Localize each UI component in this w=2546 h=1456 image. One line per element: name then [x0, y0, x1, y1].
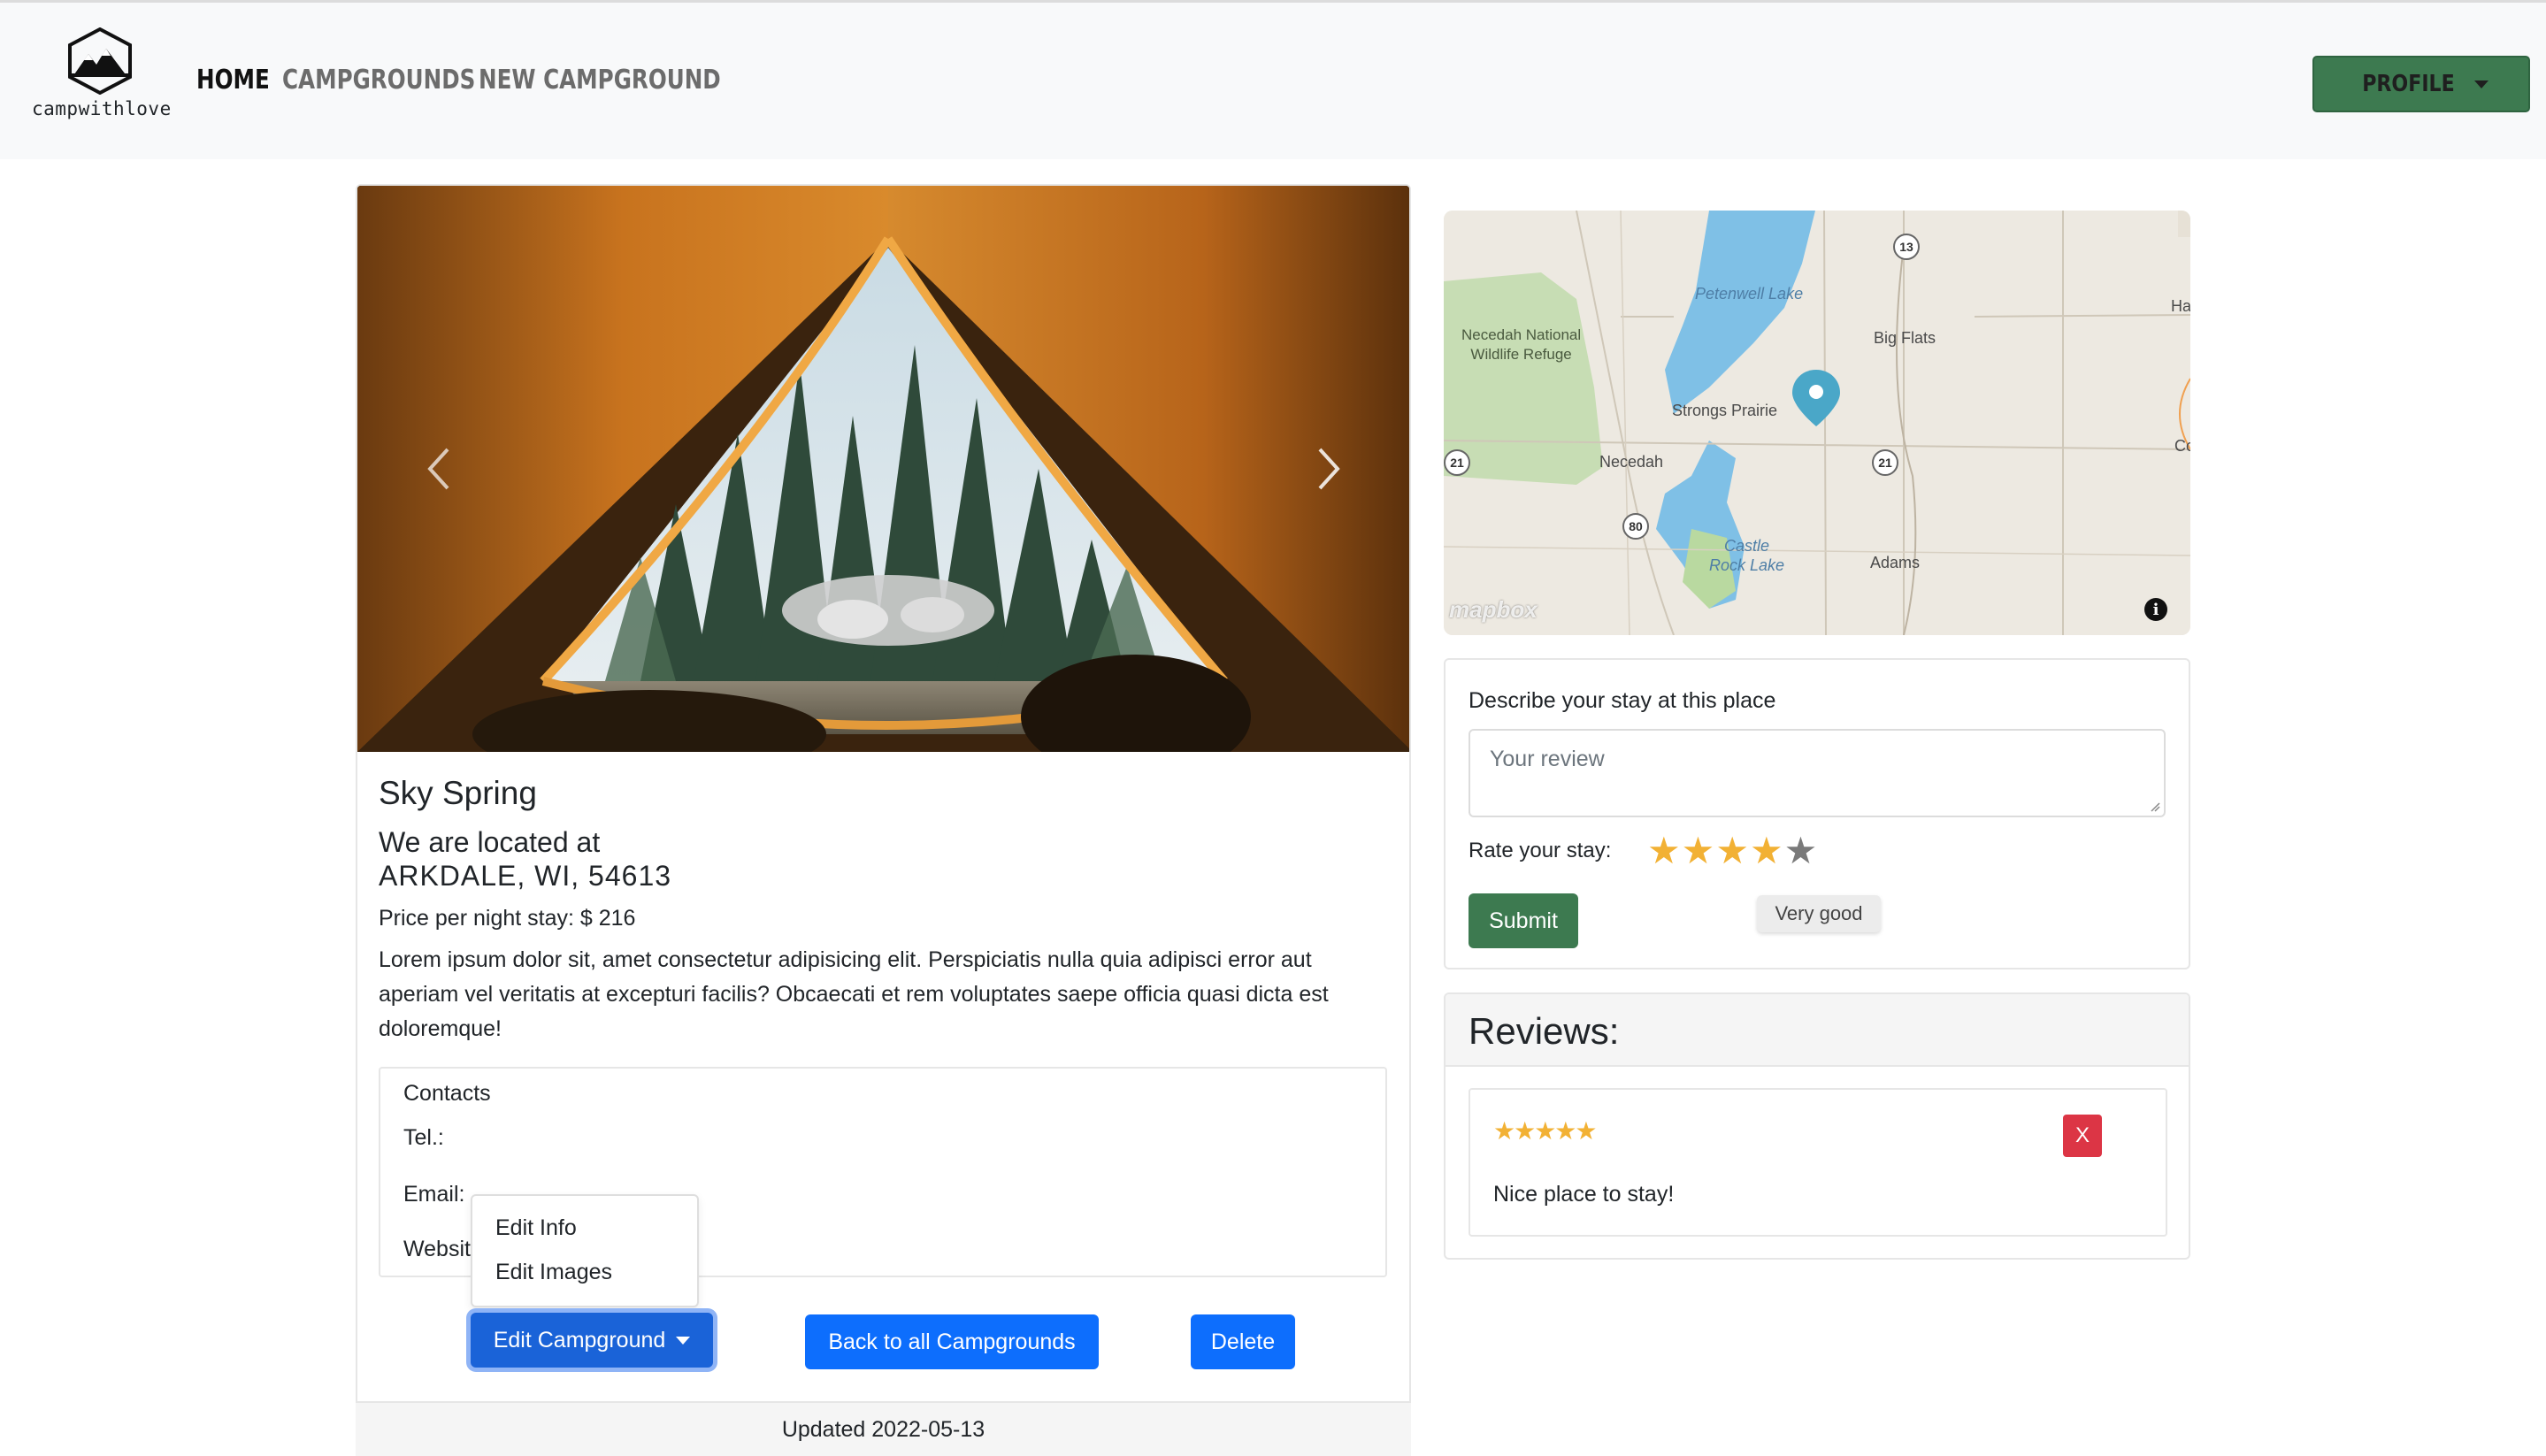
map-canvas — [1444, 211, 2190, 635]
route-shield-21: 21 — [1872, 449, 1898, 476]
map-label-necedah: Necedah — [1599, 453, 1664, 471]
rate-label: Rate your stay: — [1469, 839, 1612, 862]
map-label-petenwell: Petenwell Lake — [1695, 285, 1804, 303]
mountain-logo-icon — [68, 27, 132, 95]
delete-review-button[interactable]: X — [2063, 1115, 2102, 1157]
info-icon[interactable]: i — [2144, 598, 2167, 621]
image-carousel — [357, 186, 1409, 752]
reviews-header: Reviews: — [1446, 994, 2189, 1067]
campground-title: Sky Spring — [379, 775, 537, 811]
profile-label: PROFILE — [2361, 71, 2455, 97]
description-text: Lorem ipsum dolor sit, amet consectetur … — [379, 947, 1329, 1041]
review-placeholder: Your review — [1490, 747, 1605, 771]
review-stars: ★★★★★ — [1493, 1117, 1598, 1145]
reviews-card: Reviews: ★★★★★ Nice place to stay! X — [1444, 992, 2190, 1260]
caret-down-icon — [676, 1336, 691, 1345]
star-rating[interactable]: ★ ★ ★ ★ ★ — [1647, 831, 1817, 870]
edit-dropdown-menu: Edit Info Edit Images — [471, 1194, 699, 1307]
star-icon[interactable]: ★ — [1750, 831, 1783, 870]
updated-date: Updated 2022-05-13 — [781, 1417, 985, 1442]
contact-email: Email: — [403, 1182, 465, 1207]
route-shield-21: 21 — [1444, 449, 1470, 476]
map-label-big-flats: Big Flats — [1874, 329, 1936, 347]
star-icon[interactable]: ★ — [1715, 831, 1749, 870]
rating-tooltip: Very good — [1757, 895, 1881, 932]
location-value: ARKDALE, WI, 54613 — [379, 860, 672, 892]
mapbox-logo[interactable]: mapbox — [1449, 596, 1538, 624]
edit-info-menu-item[interactable]: Edit Info — [495, 1215, 577, 1241]
edit-campground-label: Edit Campground — [493, 1327, 666, 1353]
reviews-title: Reviews: — [1469, 1010, 1620, 1052]
nav-new-campground-link[interactable]: NEW CAMPGROUND — [479, 65, 721, 96]
caret-down-icon — [2474, 80, 2489, 88]
profile-dropdown-button[interactable]: PROFILE — [2312, 56, 2530, 112]
campground-map[interactable]: Petenwell Lake Necedah National Wildlife… — [1444, 211, 2190, 635]
navbar: campwithlove HOME CAMPGROUNDS NEW CAMPGR… — [0, 0, 2546, 159]
star-icon[interactable]: ★ — [1682, 831, 1715, 870]
resize-handle-icon[interactable] — [2150, 801, 2160, 812]
carousel-next-icon[interactable] — [1311, 442, 1346, 495]
price-text: Price per night stay: $ 216 — [379, 906, 636, 931]
map-label-necedah-refuge: Necedah National Wildlife Refuge — [1461, 326, 1582, 363]
nav-campgrounds-link[interactable]: CAMPGROUNDS — [282, 65, 475, 96]
map-label-ha: Ha — [2171, 297, 2190, 315]
card-footer: Updated 2022-05-13 — [356, 1401, 1411, 1456]
route-shield-80: 80 — [1622, 513, 1649, 540]
edit-images-menu-item[interactable]: Edit Images — [495, 1260, 612, 1285]
route-shield-13: 13 — [1893, 234, 1920, 260]
delete-button[interactable]: Delete — [1191, 1314, 1295, 1369]
map-label-strongs-prairie: Strongs Prairie — [1672, 402, 1778, 419]
brand-name: campwithlove — [32, 98, 172, 119]
map-label-castle-rock: Castle Rock Lake — [1709, 537, 1785, 574]
submit-review-button[interactable]: Submit — [1469, 893, 1578, 948]
contact-tel: Tel.: — [403, 1125, 444, 1150]
review-item: ★★★★★ Nice place to stay! X — [1469, 1088, 2167, 1237]
location-label: We are located at — [379, 826, 601, 858]
edit-campground-button[interactable]: Edit Campground — [471, 1313, 713, 1368]
star-icon[interactable]: ★ — [1784, 831, 1818, 870]
contact-website: Websit — [403, 1237, 471, 1261]
tent-forest-photo — [357, 186, 1409, 752]
review-text: Nice place to stay! — [1493, 1182, 1675, 1207]
review-label: Describe your stay at this place — [1469, 688, 1776, 713]
map-label-co: Co — [2174, 437, 2190, 455]
nav-home-link[interactable]: HOME — [196, 65, 270, 96]
review-textarea[interactable]: Your review — [1469, 729, 2166, 817]
review-form: Describe your stay at this place Your re… — [1444, 658, 2190, 969]
star-icon[interactable]: ★ — [1647, 831, 1681, 870]
contacts-title: Contacts — [403, 1081, 491, 1106]
map-label-adams: Adams — [1870, 554, 1921, 571]
back-to-campgrounds-button[interactable]: Back to all Campgrounds — [805, 1314, 1099, 1369]
brand-logo[interactable]: campwithlove — [32, 27, 172, 125]
carousel-prev-icon[interactable] — [421, 442, 456, 495]
